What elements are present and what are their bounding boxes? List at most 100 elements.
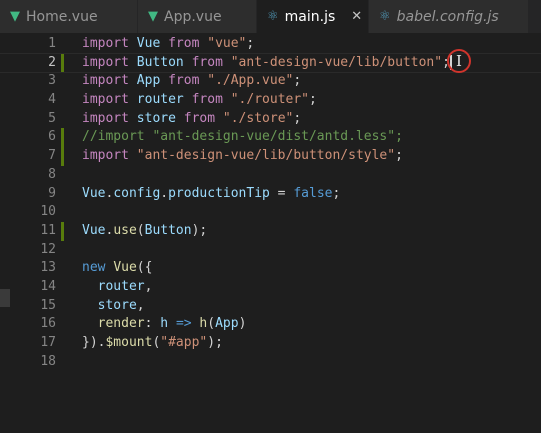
line-number: 4 bbox=[48, 92, 56, 108]
line-text: import Vue from "vue"; bbox=[82, 35, 254, 54]
code-line[interactable]: 15 store, bbox=[0, 297, 541, 316]
line-number: 6 bbox=[48, 129, 56, 145]
code-token: import bbox=[82, 54, 129, 70]
mouse-cursor-highlight: I bbox=[447, 49, 471, 73]
modified-line-marker bbox=[61, 128, 64, 148]
tab-label: App.vue bbox=[164, 8, 222, 25]
code-token: App bbox=[136, 73, 161, 89]
code-token: ; bbox=[293, 110, 302, 126]
code-token: Button bbox=[136, 54, 184, 70]
tab-bar-empty-area bbox=[529, 0, 541, 33]
line-text: }).$mount("#app"); bbox=[82, 334, 223, 353]
code-token: config bbox=[113, 185, 161, 201]
line-number: 5 bbox=[48, 110, 56, 126]
tab-label: Home.vue bbox=[26, 8, 98, 25]
line-number: 11 bbox=[40, 222, 56, 238]
code-line[interactable]: 7 import "ant-design-vue/lib/button/style… bbox=[0, 147, 541, 166]
code-token: from bbox=[191, 54, 223, 70]
code-token: from bbox=[168, 36, 200, 51]
code-token: import bbox=[82, 73, 129, 89]
tab-main-js[interactable]: ⚛ main.js ✕ bbox=[257, 0, 369, 33]
code-token: h bbox=[160, 316, 169, 332]
code-line[interactable]: 6 //import "ant-design-vue/dist/antd.less… bbox=[0, 128, 541, 148]
code-area[interactable]: 1 import Vue from "vue"; 2 import Button fr… bbox=[0, 35, 541, 371]
tab-app-vue[interactable]: ▼ App.vue bbox=[138, 0, 257, 33]
code-token: render bbox=[97, 316, 145, 332]
line-text: import Button from "ant-design-vue/lib/b… bbox=[82, 54, 452, 73]
modified-line-marker bbox=[61, 147, 64, 166]
code-token: = bbox=[269, 185, 294, 201]
line-text: Vue.use(Button); bbox=[82, 222, 207, 241]
code-line[interactable]: 5 import store from "./store"; bbox=[0, 110, 541, 129]
code-token: , bbox=[136, 297, 145, 313]
tab-home-vue[interactable]: ▼ Home.vue bbox=[0, 0, 138, 33]
code-line[interactable]: 9 Vue.config.productionTip = false; bbox=[0, 185, 541, 204]
code-line[interactable]: 14 router, bbox=[0, 278, 541, 297]
code-token: Vue bbox=[113, 260, 137, 276]
code-line[interactable]: 12 bbox=[0, 241, 541, 260]
code-token: "./store" bbox=[222, 110, 294, 126]
code-token: ; bbox=[246, 36, 255, 51]
code-token: router bbox=[97, 278, 145, 294]
vue-icon: ▼ bbox=[10, 9, 20, 24]
line-text: import router from "./router"; bbox=[82, 91, 317, 110]
line-number: 8 bbox=[48, 166, 56, 182]
code-line[interactable]: 8 bbox=[0, 166, 541, 185]
line-text: new Vue({ bbox=[82, 259, 152, 278]
code-token: ; bbox=[309, 92, 317, 108]
code-token: ({ bbox=[136, 260, 153, 276]
line-text: router, bbox=[82, 278, 153, 297]
code-token: productionTip bbox=[168, 185, 270, 201]
code-token: import bbox=[82, 36, 129, 51]
code-line[interactable]: 16 render: h => h(App) bbox=[0, 315, 541, 334]
code-token: ); bbox=[191, 222, 208, 238]
modified-line-marker bbox=[61, 53, 64, 73]
code-line[interactable]: 4 import router from "./router"; bbox=[0, 91, 541, 110]
code-token: ; bbox=[332, 185, 341, 201]
tab-babel-config-js[interactable]: ⚛ babel.config.js bbox=[369, 0, 529, 33]
line-number: 7 bbox=[48, 148, 56, 164]
code-editor: ▼ Home.vue ▼ App.vue ⚛ main.js ✕ ⚛ babel… bbox=[0, 0, 541, 433]
line-text: //import "ant-design-vue/dist/antd.less"… bbox=[82, 128, 403, 147]
code-token: store bbox=[97, 297, 137, 313]
tab-label: babel.config.js bbox=[396, 8, 499, 25]
line-text: import "ant-design-vue/lib/button/style"… bbox=[82, 147, 403, 166]
code-token: import bbox=[82, 92, 129, 108]
code-token: ( bbox=[136, 222, 145, 238]
text-cursor-icon: I bbox=[456, 51, 462, 70]
code-token: use bbox=[113, 222, 137, 238]
code-token: }). bbox=[82, 335, 106, 350]
code-token: $mount bbox=[105, 335, 153, 350]
code-token: "#app" bbox=[160, 335, 208, 350]
code-token: ; bbox=[395, 148, 403, 164]
code-token: : bbox=[144, 316, 161, 332]
code-line[interactable]: 17}).$mount("#app"); bbox=[0, 334, 541, 353]
code-token: from bbox=[183, 110, 216, 126]
code-token: ( bbox=[207, 316, 216, 332]
code-line[interactable]: 18 bbox=[0, 353, 541, 372]
code-line[interactable]: 3 import App from "./App.vue"; bbox=[0, 72, 541, 91]
code-line[interactable]: 11 Vue.use(Button); bbox=[0, 221, 541, 241]
code-token: from bbox=[168, 73, 200, 89]
code-token: router bbox=[136, 92, 184, 108]
code-line[interactable]: 10 bbox=[0, 203, 541, 222]
code-line[interactable]: 13 new Vue({ bbox=[0, 259, 541, 278]
line-number: 15 bbox=[40, 297, 56, 313]
close-icon[interactable]: ✕ bbox=[351, 9, 362, 24]
line-text: render: h => h(App) bbox=[82, 315, 247, 334]
line-number: 18 bbox=[40, 353, 56, 369]
code-token: ; bbox=[293, 73, 302, 89]
code-token: "ant-design-vue/lib/button" bbox=[230, 54, 443, 70]
